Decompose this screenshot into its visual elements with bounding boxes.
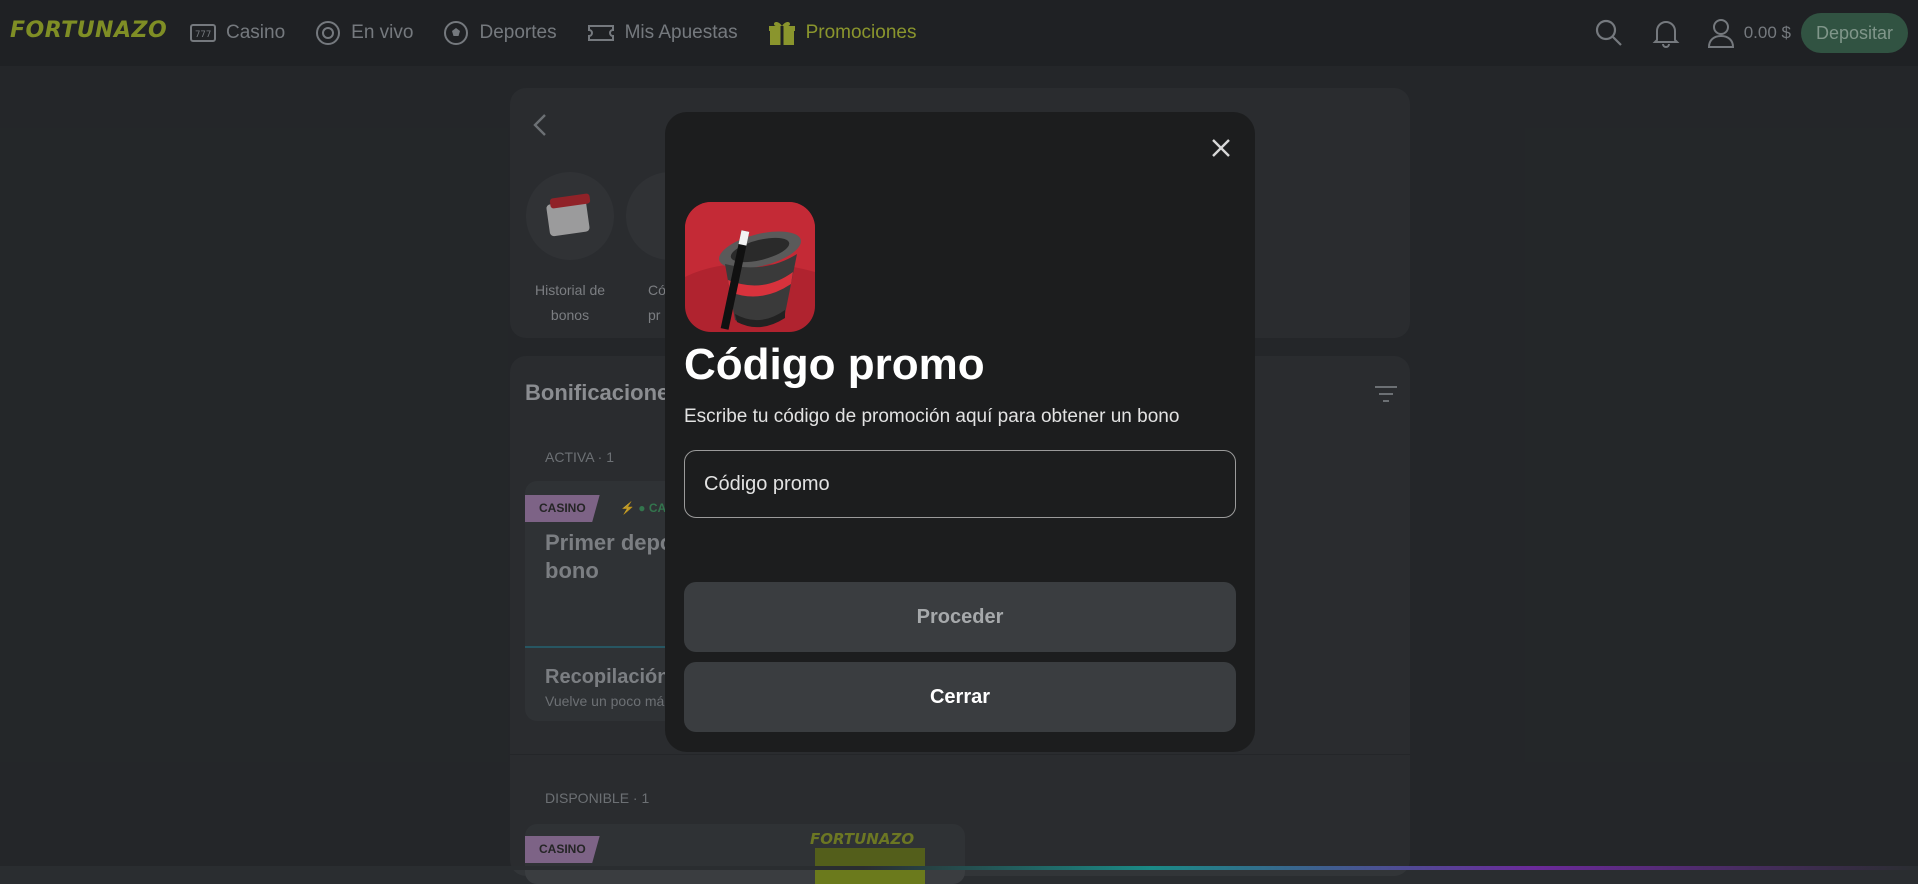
modal-title: Código promo bbox=[684, 340, 985, 389]
close-button[interactable]: Cerrar bbox=[684, 662, 1236, 732]
close-icon[interactable] bbox=[1209, 136, 1233, 160]
proceed-button-label: Proceder bbox=[916, 605, 1004, 628]
promo-code-input[interactable] bbox=[684, 450, 1236, 518]
promo-code-modal: Código promo Escribe tu código de promoc… bbox=[665, 112, 1255, 752]
close-button-label: Cerrar bbox=[929, 685, 991, 708]
modal-subtitle: Escribe tu código de promoción aquí para… bbox=[684, 406, 1180, 427]
proceed-button[interactable]: Proceder bbox=[684, 582, 1236, 652]
bottom-accent-line bbox=[0, 866, 1918, 870]
magic-hat-icon bbox=[685, 202, 815, 332]
